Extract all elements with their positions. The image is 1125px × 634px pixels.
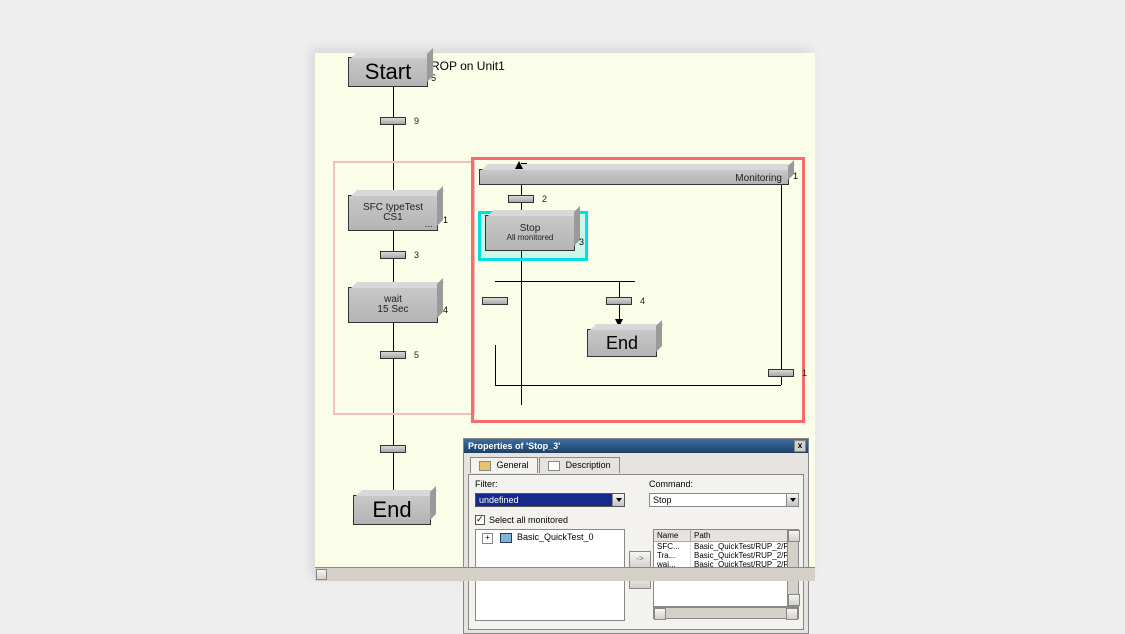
transition-3[interactable]: 3 (380, 251, 406, 259)
command-value: Stop (653, 495, 672, 505)
end-sub-label: End (588, 334, 656, 353)
command-dropdown[interactable]: Stop (649, 493, 799, 507)
tab-description[interactable]: Description (539, 457, 620, 473)
properties-panel[interactable]: Properties of 'Stop_3' x General Descrip… (463, 438, 809, 634)
select-all-checkbox[interactable] (475, 515, 485, 525)
stop-line2: All monitored (486, 234, 574, 242)
transition-5[interactable]: 5 (380, 351, 406, 359)
select-all-label: Select all monitored (489, 515, 568, 525)
grid-row[interactable]: Tra...Basic_QuickTest/RUP_2/ROP_5... (654, 551, 798, 560)
wait-step[interactable]: wait 15 Sec (348, 287, 438, 323)
monitoring-header[interactable]: Monitoring (479, 169, 789, 185)
transition-4[interactable]: 4 (606, 297, 632, 305)
sfc-dots: ... (425, 220, 433, 231)
transition-1[interactable]: 1 (768, 369, 794, 377)
tab-general-label: General (497, 460, 529, 470)
tree-item[interactable]: + Basic_QuickTest_0 (476, 530, 624, 544)
properties-tabs: General Description (470, 456, 808, 474)
end-sub-step[interactable]: End (587, 329, 657, 357)
filter-dropdown[interactable]: undefined (475, 493, 625, 507)
filter-label: Filter: (475, 479, 498, 489)
chevron-down-icon[interactable] (612, 494, 624, 506)
sfc-editor-canvas[interactable]: ROP on Unit1 5 Start 9 SFC typeTest CS1 … (315, 53, 815, 581)
monitoring-label: Monitoring (480, 174, 782, 185)
transition-2[interactable]: 2 (508, 195, 534, 203)
sfc-typetest-step[interactable]: SFC typeTest CS1 ... (348, 195, 438, 231)
general-icon (479, 461, 491, 471)
scroll-thumb[interactable] (316, 569, 327, 580)
monitoring-num: 1 (793, 171, 798, 181)
transition-9[interactable]: 9 (380, 117, 406, 125)
tree-item-label: Basic_QuickTest_0 (517, 532, 594, 542)
description-icon (548, 461, 560, 471)
start-step[interactable]: Start (348, 57, 428, 87)
properties-body: Filter: undefined Command: Stop Select a… (468, 474, 804, 630)
loop-top-stub (521, 163, 527, 164)
stop-step[interactable]: Stop All monitored (485, 215, 575, 251)
wait-num: 4 (443, 305, 448, 315)
expand-icon[interactable]: + (482, 533, 493, 544)
properties-titlebar[interactable]: Properties of 'Stop_3' x (464, 439, 808, 453)
canvas-hscrollbar[interactable] (315, 567, 815, 581)
scroll-down-icon[interactable] (788, 594, 800, 606)
start-step-label: Start (349, 60, 427, 83)
feedback-line-right (781, 185, 782, 385)
command-label: Command: (649, 479, 693, 489)
feedback-line-left-stub (495, 345, 496, 385)
close-icon[interactable]: x (794, 440, 806, 452)
grid-hscrollbar[interactable] (653, 607, 799, 619)
grid-col-path[interactable]: Path (691, 530, 798, 541)
wait-line2: 15 Sec (349, 305, 437, 316)
scroll-right-icon[interactable] (786, 608, 798, 620)
properties-title: Properties of 'Stop_3' (468, 441, 560, 451)
end-step-label: End (354, 498, 430, 521)
tab-general[interactable]: General (470, 457, 538, 473)
filter-value: undefined (479, 495, 519, 505)
tab-description-label: Description (566, 460, 611, 470)
branch-split-line (495, 281, 635, 282)
grid-header: Name Path (654, 530, 798, 542)
tree-node-icon (500, 533, 512, 543)
grid-row[interactable]: SFC...Basic_QuickTest/RUP_2/ROP_5... (654, 542, 798, 551)
sfc-num: 1 (443, 215, 448, 225)
chevron-down-icon[interactable] (786, 494, 798, 506)
chart-title: ROP on Unit1 (431, 59, 505, 73)
scroll-up-icon[interactable] (788, 530, 800, 542)
end-step[interactable]: End (353, 495, 431, 525)
transition-branch-left[interactable] (482, 297, 508, 305)
feedback-line-bottom (495, 385, 781, 386)
scroll-left-icon[interactable] (654, 608, 666, 620)
stop-num: 3 (579, 237, 584, 247)
transition-exit[interactable] (380, 445, 406, 453)
grid-col-name[interactable]: Name (654, 530, 691, 541)
